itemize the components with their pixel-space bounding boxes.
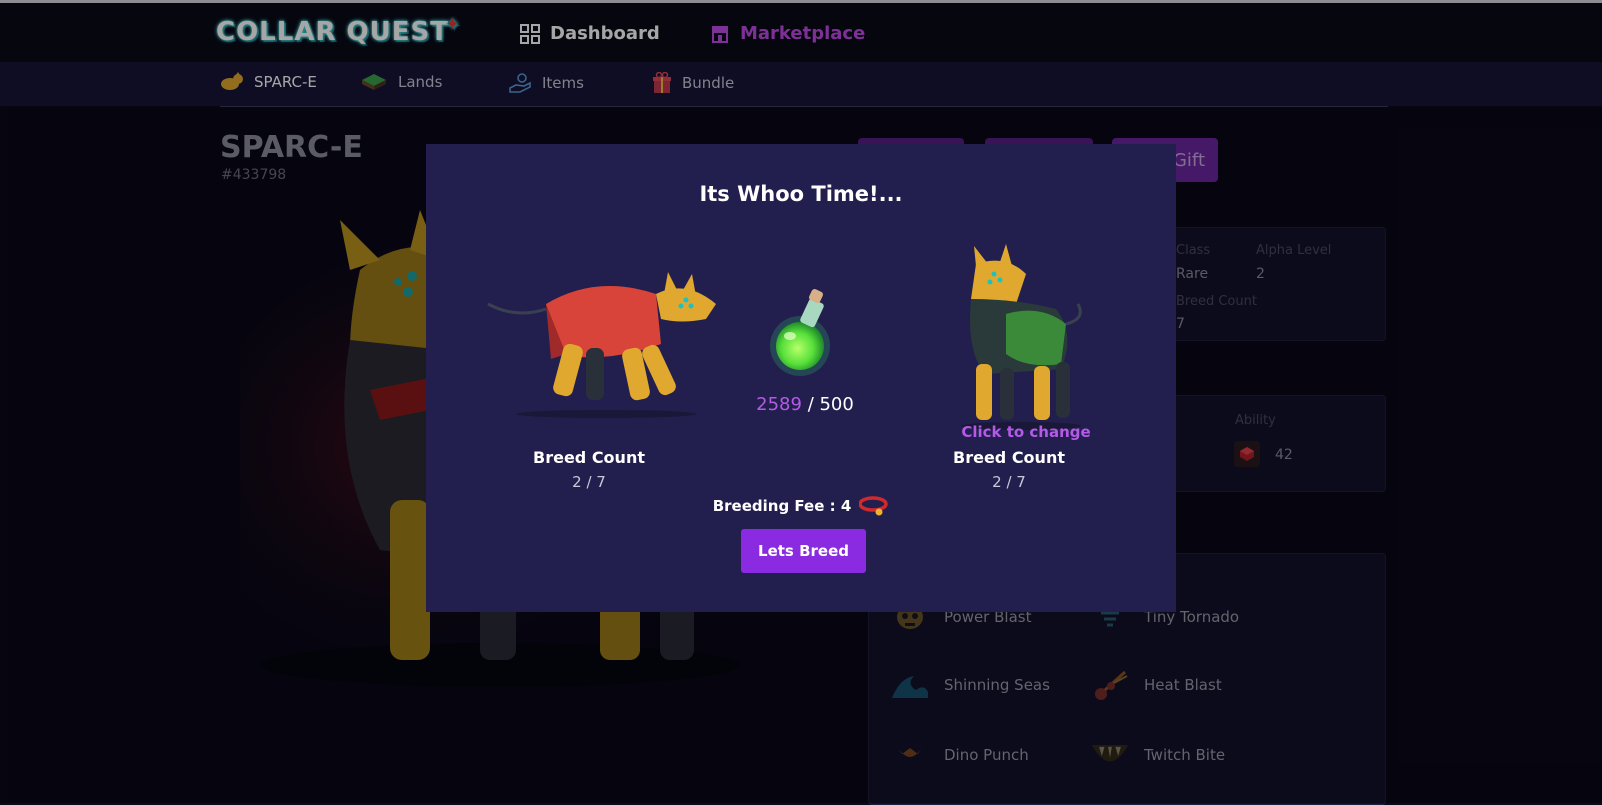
skill-twitch-bite[interactable]: Twitch Bite	[1090, 737, 1225, 773]
subnav-label-bundle: Bundle	[682, 74, 735, 92]
right-breed-stat: Breed Count 2 / 7	[909, 448, 1109, 491]
breed-modal: Its Whoo Time!... 2589 / 500 Click to ch…	[426, 144, 1176, 612]
collar-icon	[859, 496, 889, 516]
claw-icon	[890, 737, 930, 773]
jaw-icon	[1090, 737, 1130, 773]
right-pet-image[interactable]	[946, 244, 1096, 434]
breed-count-value: 7	[1176, 316, 1185, 332]
gift-button-label: Gift	[1172, 150, 1206, 171]
subnav-divider	[220, 106, 1388, 107]
hand-item-icon	[509, 73, 531, 93]
pet-name: SPARC-E	[220, 130, 363, 165]
alpha-level-value: 2	[1256, 266, 1265, 282]
grid-icon	[520, 23, 540, 44]
subnav-item-bundle[interactable]: Bundle	[652, 72, 734, 94]
lets-breed-button[interactable]: Lets Breed	[741, 529, 866, 573]
change-pet-link[interactable]: Click to change	[926, 423, 1126, 441]
gift-box-icon	[653, 72, 671, 93]
modal-title: Its Whoo Time!...	[699, 182, 903, 206]
collar-quest-logo[interactable]: COLLAR QUEST✦	[216, 14, 465, 47]
skill-label-twitch-bite: Twitch Bite	[1144, 746, 1226, 764]
pet-id: #433798	[221, 167, 287, 183]
nav-marketplace-label: Marketplace	[740, 23, 866, 44]
alpha-level-label: Alpha Level	[1256, 243, 1332, 258]
class-value: Rare	[1176, 266, 1209, 282]
breeding-fee: Breeding Fee : 4	[426, 496, 1176, 516]
nav-dashboard-label: Dashboard	[550, 23, 660, 44]
right-breed-value: 2 / 7	[992, 473, 1026, 491]
ability-label: Ability	[1235, 413, 1276, 428]
potion-icon	[770, 289, 830, 376]
potion-have: 2589	[756, 394, 802, 415]
nav-dashboard[interactable]: Dashboard	[520, 23, 660, 44]
left-breed-stat: Breed Count 2 / 7	[489, 448, 689, 491]
breed-count-label: Breed Count	[1176, 294, 1257, 309]
skill-dino-punch[interactable]: Dino Punch	[890, 737, 1029, 773]
skill-heat-blast[interactable]: Heat Blast	[1090, 667, 1222, 703]
skill-label-shinning-seas: Shinning Seas	[944, 676, 1050, 694]
subnav-label-items: Items	[542, 74, 584, 92]
subnav-label-lands: Lands	[398, 73, 443, 91]
breeding-fee-label: Breeding Fee : 4	[712, 497, 852, 515]
skill-shinning-seas[interactable]: Shinning Seas	[890, 667, 1050, 703]
ability-value: 42	[1275, 447, 1293, 463]
dog-icon	[221, 72, 243, 90]
potion-need: 500	[819, 394, 854, 415]
left-breed-label: Breed Count	[533, 448, 645, 467]
skill-label-heat-blast: Heat Blast	[1144, 676, 1222, 694]
store-icon	[712, 25, 728, 43]
subnav-item-sparc-e[interactable]: SPARC-E	[220, 72, 317, 92]
fireball-icon	[1090, 667, 1130, 703]
skill-label-dino-punch: Dino Punch	[944, 746, 1029, 764]
subnav-label-sparc-e: SPARC-E	[254, 73, 317, 91]
right-breed-label: Breed Count	[953, 448, 1065, 467]
wave-icon	[890, 667, 930, 703]
nav-marketplace[interactable]: Marketplace	[710, 23, 865, 44]
subnav-item-items[interactable]: Items	[508, 72, 584, 94]
top-navbar: COLLAR QUEST✦ Dashboard Marketplace	[0, 0, 1602, 62]
land-icon	[362, 74, 386, 90]
potion-sep: /	[801, 394, 820, 415]
subnav-item-lands[interactable]: Lands	[360, 72, 442, 92]
left-breed-value: 2 / 7	[572, 473, 606, 491]
ability-cube-icon	[1234, 441, 1260, 467]
class-label: Class	[1176, 243, 1211, 258]
